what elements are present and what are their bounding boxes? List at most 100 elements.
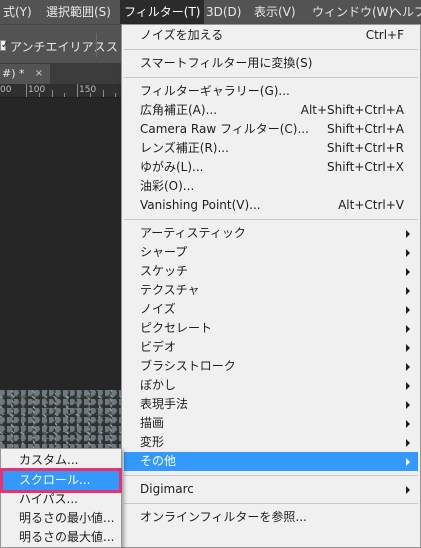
menu-item-label: スマートフィルター用に変換(S) — [140, 56, 313, 70]
menu-item-label: フィルターギャラリー(G)... — [140, 84, 290, 98]
menu-item-label: オンラインフィルターを参照... — [140, 510, 307, 524]
submenu-arrow-icon — [406, 363, 410, 371]
menu-item-label: ぼかし — [140, 378, 177, 392]
menu-item-label: 広角補正(A)... — [140, 103, 218, 117]
menu-item-label: ノイズを加える — [140, 28, 224, 42]
close-icon[interactable]: × — [32, 64, 46, 84]
menu-item-label: Camera Raw フィルター(C)... — [140, 122, 309, 136]
menu-item-add-noise[interactable]: ノイズを加える Ctrl+F — [124, 26, 418, 45]
submenu-arrow-icon — [406, 401, 410, 409]
submenu-sharpen[interactable]: シャープ — [124, 243, 418, 262]
menu-item-label: ゆがみ(L)... — [140, 160, 204, 174]
filter-menu: ノイズを加える Ctrl+F スマートフィルター用に変換(S) フィルターギャラ… — [121, 24, 421, 548]
menu-item-vanishing-point[interactable]: Vanishing Point(V)... Alt+Ctrl+V — [124, 196, 418, 215]
menu-item-oil-paint[interactable]: 油彩(O)... — [124, 177, 418, 196]
menu-item-label: ビデオ — [140, 340, 177, 354]
antialias-label: アンチエイリアス — [10, 40, 106, 54]
submenu-arrow-icon — [406, 344, 410, 352]
submenu-item-label: ハイパス... — [19, 492, 78, 506]
menu-item-shortcut: Shift+Ctrl+R — [326, 141, 404, 155]
options-truncated-label: ス — [106, 40, 119, 54]
menu-item-shortcut: Shift+Ctrl+X — [327, 160, 404, 174]
ruler-tick — [64, 93, 65, 97]
ruler-tick — [115, 93, 116, 97]
menu-item-lens-correction[interactable]: レンズ補正(R)... Shift+Ctrl+R — [124, 139, 418, 158]
menu-item-liquify[interactable]: ゆがみ(L)... Shift+Ctrl+X — [124, 158, 418, 177]
submenu-distort[interactable]: 変形 — [124, 433, 418, 452]
submenu-item-minimum[interactable]: 明るさの最小値... — [3, 509, 119, 528]
menu-item-shortcut: Alt+Ctrl+V — [338, 198, 404, 212]
menu-item-shortcut: Alt+Shift+Ctrl+A — [300, 103, 404, 117]
ruler-tick — [52, 90, 53, 97]
menu-item-shortcut: Ctrl+F — [365, 28, 404, 42]
submenu-arrow-icon — [406, 230, 410, 238]
menu-item-label: アーティスティック — [140, 226, 246, 240]
menu-item-label: 描画 — [140, 416, 165, 430]
submenu-stylize[interactable]: 表現手法 — [124, 395, 418, 414]
submenu-render[interactable]: 描画 — [124, 414, 418, 433]
submenu-arrow-icon — [406, 325, 410, 333]
submenu-sketch[interactable]: スケッチ — [124, 262, 418, 281]
other-submenu: カスタム... スクロール... ハイパス... 明るさの最小値... 明るさの… — [0, 448, 122, 548]
submenu-pixelate[interactable]: ピクセレート — [124, 319, 418, 338]
submenu-item-label: 明るさの最小値... — [19, 511, 115, 525]
menu-item-shortcut: Shift+Ctrl+A — [327, 122, 404, 136]
menu-window[interactable]: ウィンドウ(W) — [308, 0, 397, 24]
submenu-item-maximum[interactable]: 明るさの最大値... — [3, 528, 119, 547]
menu-item-label: ノイズ — [140, 302, 176, 316]
menu-item-label: テクスチャ — [140, 283, 200, 297]
ruler-tick — [103, 90, 104, 97]
menu-filter[interactable]: フィルター(T) — [120, 0, 205, 24]
menu-item-label: Digimarc — [140, 482, 194, 496]
menu-item-label: 油彩(O)... — [140, 179, 195, 193]
submenu-arrow-icon — [406, 458, 410, 466]
menu-separator — [124, 219, 418, 220]
menu-item-label: Vanishing Point(V)... — [140, 198, 261, 212]
submenu-video[interactable]: ビデオ — [124, 338, 418, 357]
check-icon: ✓ — [1, 40, 10, 51]
document-tab-label: #) * — [2, 67, 25, 80]
submenu-arrow-icon — [406, 249, 410, 257]
menu-item-convert-smart-filter[interactable]: スマートフィルター用に変換(S) — [124, 54, 418, 73]
submenu-noise[interactable]: ノイズ — [124, 300, 418, 319]
menu-item-label: スケッチ — [140, 264, 189, 278]
menu-separator — [124, 503, 418, 504]
submenu-item-high-pass[interactable]: ハイパス... — [3, 490, 119, 509]
menu-item-filter-gallery[interactable]: フィルターギャラリー(G)... — [124, 82, 418, 101]
options-divider — [96, 33, 97, 57]
menu-item-label: レンズ補正(R)... — [140, 141, 229, 155]
menu-item-adaptive-wide-angle[interactable]: 広角補正(A)... Alt+Shift+Ctrl+A — [124, 101, 418, 120]
menu-item-label: その他 — [140, 454, 177, 468]
submenu-arrow-icon — [406, 382, 410, 390]
submenu-item-offset[interactable]: スクロール... — [0, 468, 122, 493]
ruler-label: 150 — [79, 85, 97, 95]
submenu-item-label: スクロール... — [19, 473, 91, 487]
menu-item-label: ブラシストローク — [140, 359, 236, 373]
submenu-artistic[interactable]: アーティスティック — [124, 224, 418, 243]
submenu-digimarc[interactable]: Digimarc — [124, 480, 418, 499]
menu-select[interactable]: 選択範囲(S) — [42, 0, 115, 24]
menu-separator — [124, 49, 418, 50]
submenu-other[interactable]: その他 — [124, 452, 418, 471]
submenu-item-label: 明るさの最大値... — [19, 530, 115, 544]
menu-separator — [124, 77, 418, 78]
ruler-label: 100 — [28, 85, 46, 95]
menu-mode[interactable]: 式(Y) — [0, 0, 36, 24]
menu-3d[interactable]: 3D(D) — [202, 0, 245, 24]
submenu-arrow-icon — [406, 306, 410, 314]
menu-item-browse-online-filters[interactable]: オンラインフィルターを参照... — [124, 508, 418, 527]
submenu-blur[interactable]: ぼかし — [124, 376, 418, 395]
menu-view[interactable]: 表示(V) — [250, 0, 300, 24]
document-tab[interactable]: #) * × — [0, 64, 50, 84]
menu-item-label: シャープ — [140, 245, 188, 259]
menu-item-camera-raw[interactable]: Camera Raw フィルター(C)... Shift+Ctrl+A — [124, 120, 418, 139]
menu-help[interactable]: ヘルプ — [386, 0, 421, 24]
ruler-tick — [90, 93, 91, 97]
submenu-texture[interactable]: テクスチャ — [124, 281, 418, 300]
submenu-arrow-icon — [406, 486, 410, 494]
menubar: 式(Y) 選択範囲(S) フィルター(T) 3D(D) 表示(V) ウィンドウ(… — [0, 0, 421, 24]
submenu-item-custom[interactable]: カスタム... — [3, 451, 119, 470]
menu-item-label: 表現手法 — [140, 397, 189, 411]
submenu-brush-strokes[interactable]: ブラシストローク — [124, 357, 418, 376]
submenu-arrow-icon — [406, 420, 410, 428]
